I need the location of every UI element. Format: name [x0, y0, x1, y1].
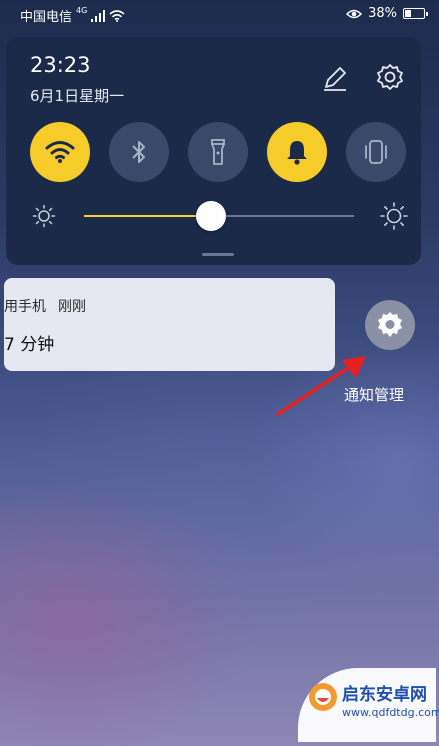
status-left: 中国电信 4G: [20, 6, 125, 25]
screen: 中国电信 4G 38% 23:23 6月1日星期一 用手机 刚刚 7 分钟 通知…: [0, 0, 439, 746]
wifi-toggle[interactable]: [30, 122, 90, 182]
vibrate-toggle[interactable]: [346, 122, 406, 182]
bell-icon: [287, 141, 307, 165]
bluetooth-toggle[interactable]: [109, 122, 169, 182]
gear-icon: [378, 312, 402, 337]
panel-drag-handle[interactable]: [202, 253, 234, 256]
quick-settings-panel: 23:23 6月1日星期一: [6, 37, 421, 265]
status-right: 38%: [346, 6, 428, 21]
brightness-high-icon: [380, 202, 408, 230]
carrier-name: 中国电信: [20, 10, 73, 25]
clock-date: 6月1日星期一: [30, 87, 125, 105]
brightness-slider[interactable]: [84, 201, 354, 231]
eye-comfort-icon: [346, 9, 363, 18]
notification-settings-label: 通知管理: [344, 386, 405, 404]
brightness-row: [6, 197, 421, 237]
brightness-thumb[interactable]: [195, 201, 226, 231]
notification-time: 刚刚: [58, 299, 86, 315]
clock-time: 23:23: [30, 53, 91, 77]
gear-icon: [377, 64, 403, 90]
status-bar: 中国电信 4G 38%: [0, 0, 439, 30]
brightness-fill: [84, 215, 211, 217]
vibrate-icon: [365, 140, 387, 164]
notification-body: 7 分钟: [4, 335, 55, 355]
wifi-icon: [45, 141, 75, 163]
watermark-logo-icon: [309, 683, 337, 711]
notification-header: 用手机 刚刚: [4, 296, 86, 316]
signal-icon: [91, 9, 106, 22]
edit-button[interactable]: [320, 63, 350, 93]
flashlight-toggle[interactable]: [188, 122, 248, 182]
battery-percent: 38%: [368, 6, 397, 21]
ring-mode-toggle[interactable]: [267, 122, 327, 182]
notification-app-name: 用手机: [4, 299, 46, 315]
watermark: 启东安卓网 www.qdfdtdg.com: [298, 668, 439, 742]
flashlight-icon: [211, 139, 225, 165]
settings-button[interactable]: [374, 62, 406, 94]
bluetooth-icon: [132, 141, 145, 163]
wifi-status-icon: [109, 9, 125, 22]
brightness-low-icon: [32, 204, 56, 228]
watermark-title: 启东安卓网: [342, 685, 427, 705]
notification-settings-button[interactable]: [365, 300, 415, 350]
battery-fill: [405, 10, 411, 17]
network-type: 4G: [76, 6, 88, 15]
watermark-url: www.qdfdtdg.com: [342, 706, 439, 719]
battery-icon: [403, 8, 428, 19]
pencil-icon: [324, 67, 346, 91]
